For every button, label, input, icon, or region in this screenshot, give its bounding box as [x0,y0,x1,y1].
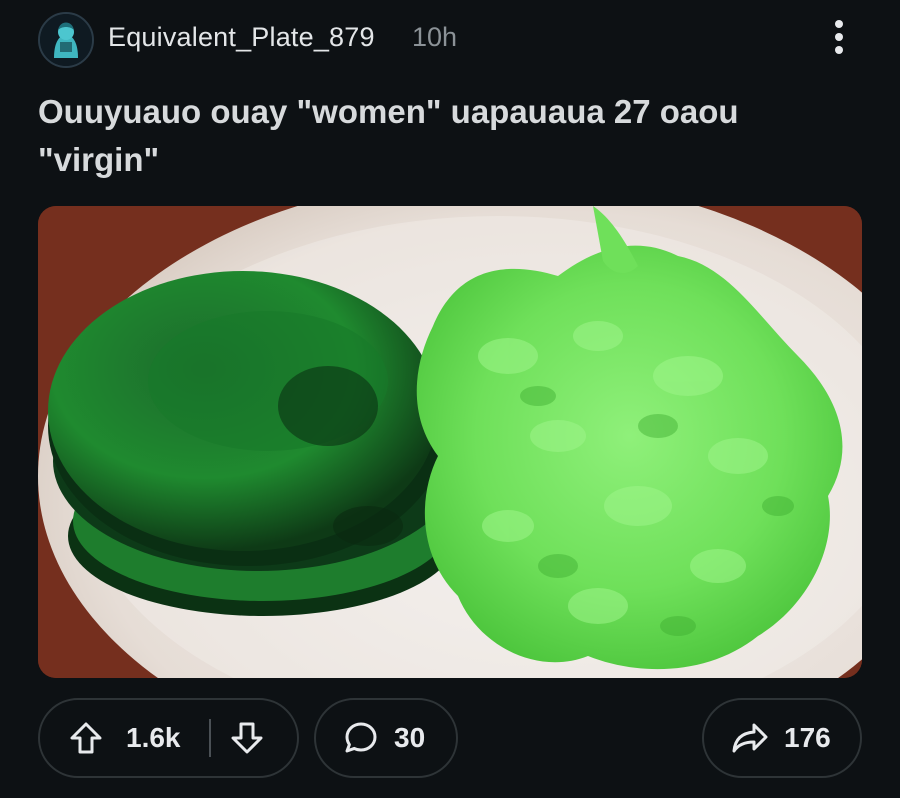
post-image[interactable] [38,206,862,678]
downvote-button[interactable] [229,720,265,756]
avatar[interactable] [38,12,94,68]
vote-divider [208,719,211,757]
upvote-button[interactable] [68,720,104,756]
action-bar: 1.6k 30 176 [0,698,900,780]
comment-count: 30 [394,722,426,753]
share-arrow-icon [732,723,768,753]
food-photo [38,206,862,678]
author-username[interactable]: Equivalent_Plate_879 [108,22,375,53]
share-button[interactable]: 176 [702,698,862,778]
arrow-down-icon [231,722,262,754]
share-count: 176 [784,722,831,753]
post-timestamp: 10h [412,22,458,52]
comment-button[interactable]: 30 [314,698,458,778]
more-vertical-icon[interactable] [826,16,852,60]
post-title[interactable]: Ouuyuauo ouay "women" uapauaua 27 oaou "… [38,88,868,184]
vote-control: 1.6k [38,698,299,778]
arrow-up-icon [70,722,102,754]
post-header: Equivalent_Plate_879 10h [0,0,900,80]
comment-bubble-icon [345,722,377,753]
upvote-count: 1.6k [126,722,181,753]
